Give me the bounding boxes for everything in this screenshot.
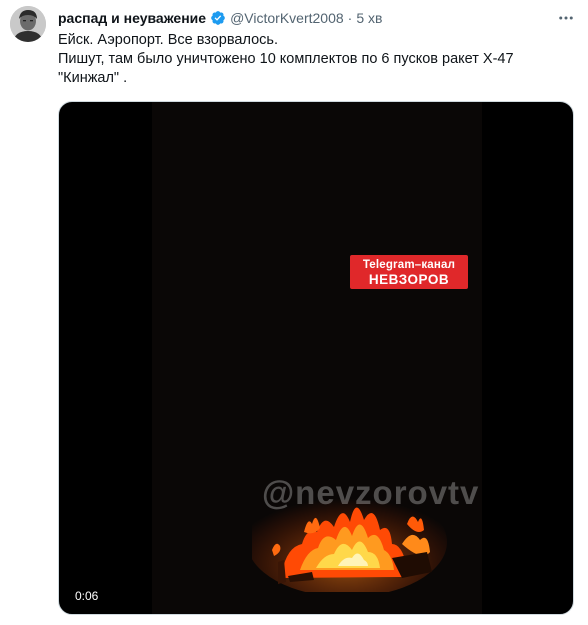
tweet-card: распад и неуважение @VictorKvert2008 · 5… [0,0,588,625]
more-horizontal-icon[interactable] [556,8,576,28]
badge-line-2: НЕВЗОРОВ [368,272,450,287]
display-name[interactable]: распад и неуважение [58,8,206,28]
verified-badge-icon [210,10,226,26]
user-handle[interactable]: @VictorKvert2008 [230,8,344,28]
video-watermark: @nevzorovtv [262,474,480,511]
video-player[interactable]: Telegram–канал НЕВЗОРОВ @nevzorovtv 0:06 [58,101,574,615]
fire-flames-icon [252,487,447,592]
telegram-channel-badge: Telegram–канал НЕВЗОРОВ [350,255,468,289]
avatar-portrait-icon [10,6,46,42]
tweet-text-line: Пишут, там было уничтожено 10 комплектов… [58,51,514,67]
avatar[interactable] [10,6,46,42]
tweet-time[interactable]: 5 хв [356,8,382,28]
tweet-text-line: Ейск. Аэропорт. Все взорвалось. [58,32,278,48]
video-frame: Telegram–канал НЕВЗОРОВ @nevzorovtv [152,102,482,614]
badge-line-1: Telegram–канал [362,259,456,271]
tweet-header: распад и неуважение @VictorKvert2008 · 5… [58,8,382,28]
tweet-text: Ейск. Аэропорт. Все взорвалось. Пишут, т… [58,31,558,88]
video-duration: 0:06 [69,586,105,606]
tweet-text-line: "Кинжал" . [58,70,128,86]
header-separator: · [347,10,353,26]
